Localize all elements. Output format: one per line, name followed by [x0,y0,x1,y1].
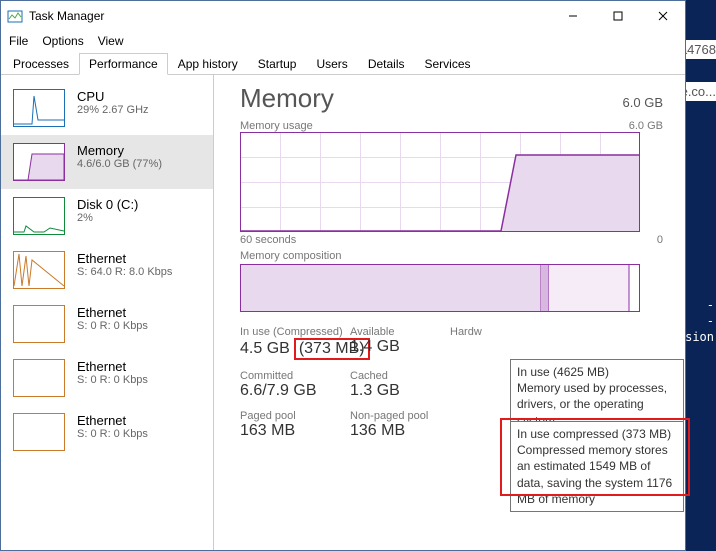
tab-app-history[interactable]: App history [168,53,248,75]
ethernet-thumb-icon [13,413,65,451]
x-axis-right: 0 [657,234,663,246]
sidebar-disk-title: Disk 0 (C:) [77,197,138,212]
titlebar[interactable]: Task Manager [1,1,685,31]
sidebar-eth2-title: Ethernet [77,305,148,320]
menubar: File Options View [1,31,685,51]
performance-sidebar: CPU 29% 2.67 GHz Memory 4.6/6.0 GB (77%) [1,75,214,550]
stat-committed-value: 6.6/7.9 GB [240,382,350,400]
console-line: - [707,298,714,312]
window-title: Task Manager [29,9,550,23]
stat-cached-value: 1.3 GB [350,382,450,400]
memory-thumb-icon [13,143,65,181]
stat-hardware-label: Hardw [450,326,570,338]
ethernet-thumb-icon [13,359,65,397]
sidebar-eth4-title: Ethernet [77,413,148,428]
sidebar-memory-sub: 4.6/6.0 GB (77%) [77,158,162,170]
stat-committed-label: Committed [240,370,350,382]
tab-processes[interactable]: Processes [3,53,79,75]
memory-total: 6.0 GB [623,95,663,110]
composition-label: Memory composition [240,250,341,262]
maximize-button[interactable] [595,2,640,31]
tab-performance[interactable]: Performance [79,53,168,75]
tab-details[interactable]: Details [358,53,415,75]
usage-graph-max: 6.0 GB [629,120,663,132]
tooltip-inuse-title: In use (4625 MB) [517,364,677,380]
sidebar-item-cpu[interactable]: CPU 29% 2.67 GHz [1,81,213,135]
ethernet-thumb-icon [13,251,65,289]
memory-composition-graph[interactable] [240,264,640,312]
ethernet-thumb-icon [13,305,65,343]
sidebar-cpu-title: CPU [77,89,149,104]
sidebar-eth1-title: Ethernet [77,251,172,266]
sidebar-cpu-sub: 29% 2.67 GHz [77,104,149,116]
stat-paged-label: Paged pool [240,410,350,422]
stat-nonpaged-value: 136 MB [350,422,450,440]
stat-nonpaged-label: Non-paged pool [350,410,450,422]
stat-cached-label: Cached [350,370,450,382]
task-manager-icon [7,8,23,24]
menu-options[interactable]: Options [42,34,83,48]
console-line: - [707,314,714,328]
tab-startup[interactable]: Startup [248,53,307,75]
menu-view[interactable]: View [98,34,124,48]
stat-inuse-value: 4.5 GB [240,340,290,358]
sidebar-item-memory[interactable]: Memory 4.6/6.0 GB (77%) [1,135,213,189]
sidebar-eth3-title: Ethernet [77,359,148,374]
sidebar-item-ethernet-4[interactable]: Ethernet S: 0 R: 0 Kbps [1,405,213,459]
tooltip-compressed-title: In use compressed (373 MB) [517,426,677,442]
sidebar-item-ethernet-1[interactable]: Ethernet S: 64.0 R: 8.0 Kbps [1,243,213,297]
menu-file[interactable]: File [9,34,28,48]
usage-graph-label: Memory usage [240,120,313,132]
stat-available-value: 1.4 GB [350,338,450,356]
sidebar-eth3-sub: S: 0 R: 0 Kbps [77,374,148,386]
tooltip-compressed: In use compressed (373 MB) Compressed me… [510,421,684,512]
tooltip-compressed-body: Compressed memory stores an estimated 15… [517,442,677,507]
stat-paged-value: 163 MB [240,422,350,440]
tabbar: Processes Performance App history Startu… [1,53,685,75]
minimize-button[interactable] [550,2,595,31]
sidebar-eth1-sub: S: 64.0 R: 8.0 Kbps [77,266,172,278]
disk-thumb-icon [13,197,65,235]
stat-inuse-label: In use (Compressed) [240,326,350,338]
sidebar-item-ethernet-3[interactable]: Ethernet S: 0 R: 0 Kbps [1,351,213,405]
sidebar-item-ethernet-2[interactable]: Ethernet S: 0 R: 0 Kbps [1,297,213,351]
sidebar-memory-title: Memory [77,143,162,158]
x-axis-left: 60 seconds [240,234,296,246]
close-button[interactable] [640,2,685,31]
page-title: Memory [240,83,334,114]
stat-available-label: Available [350,326,450,338]
cpu-thumb-icon [13,89,65,127]
sidebar-eth2-sub: S: 0 R: 0 Kbps [77,320,148,332]
tab-users[interactable]: Users [306,53,357,75]
sidebar-eth4-sub: S: 0 R: 0 Kbps [77,428,148,440]
memory-usage-graph[interactable] [240,132,640,232]
sidebar-disk-sub: 2% [77,212,138,224]
tab-services[interactable]: Services [415,53,481,75]
sidebar-item-disk[interactable]: Disk 0 (C:) 2% [1,189,213,243]
